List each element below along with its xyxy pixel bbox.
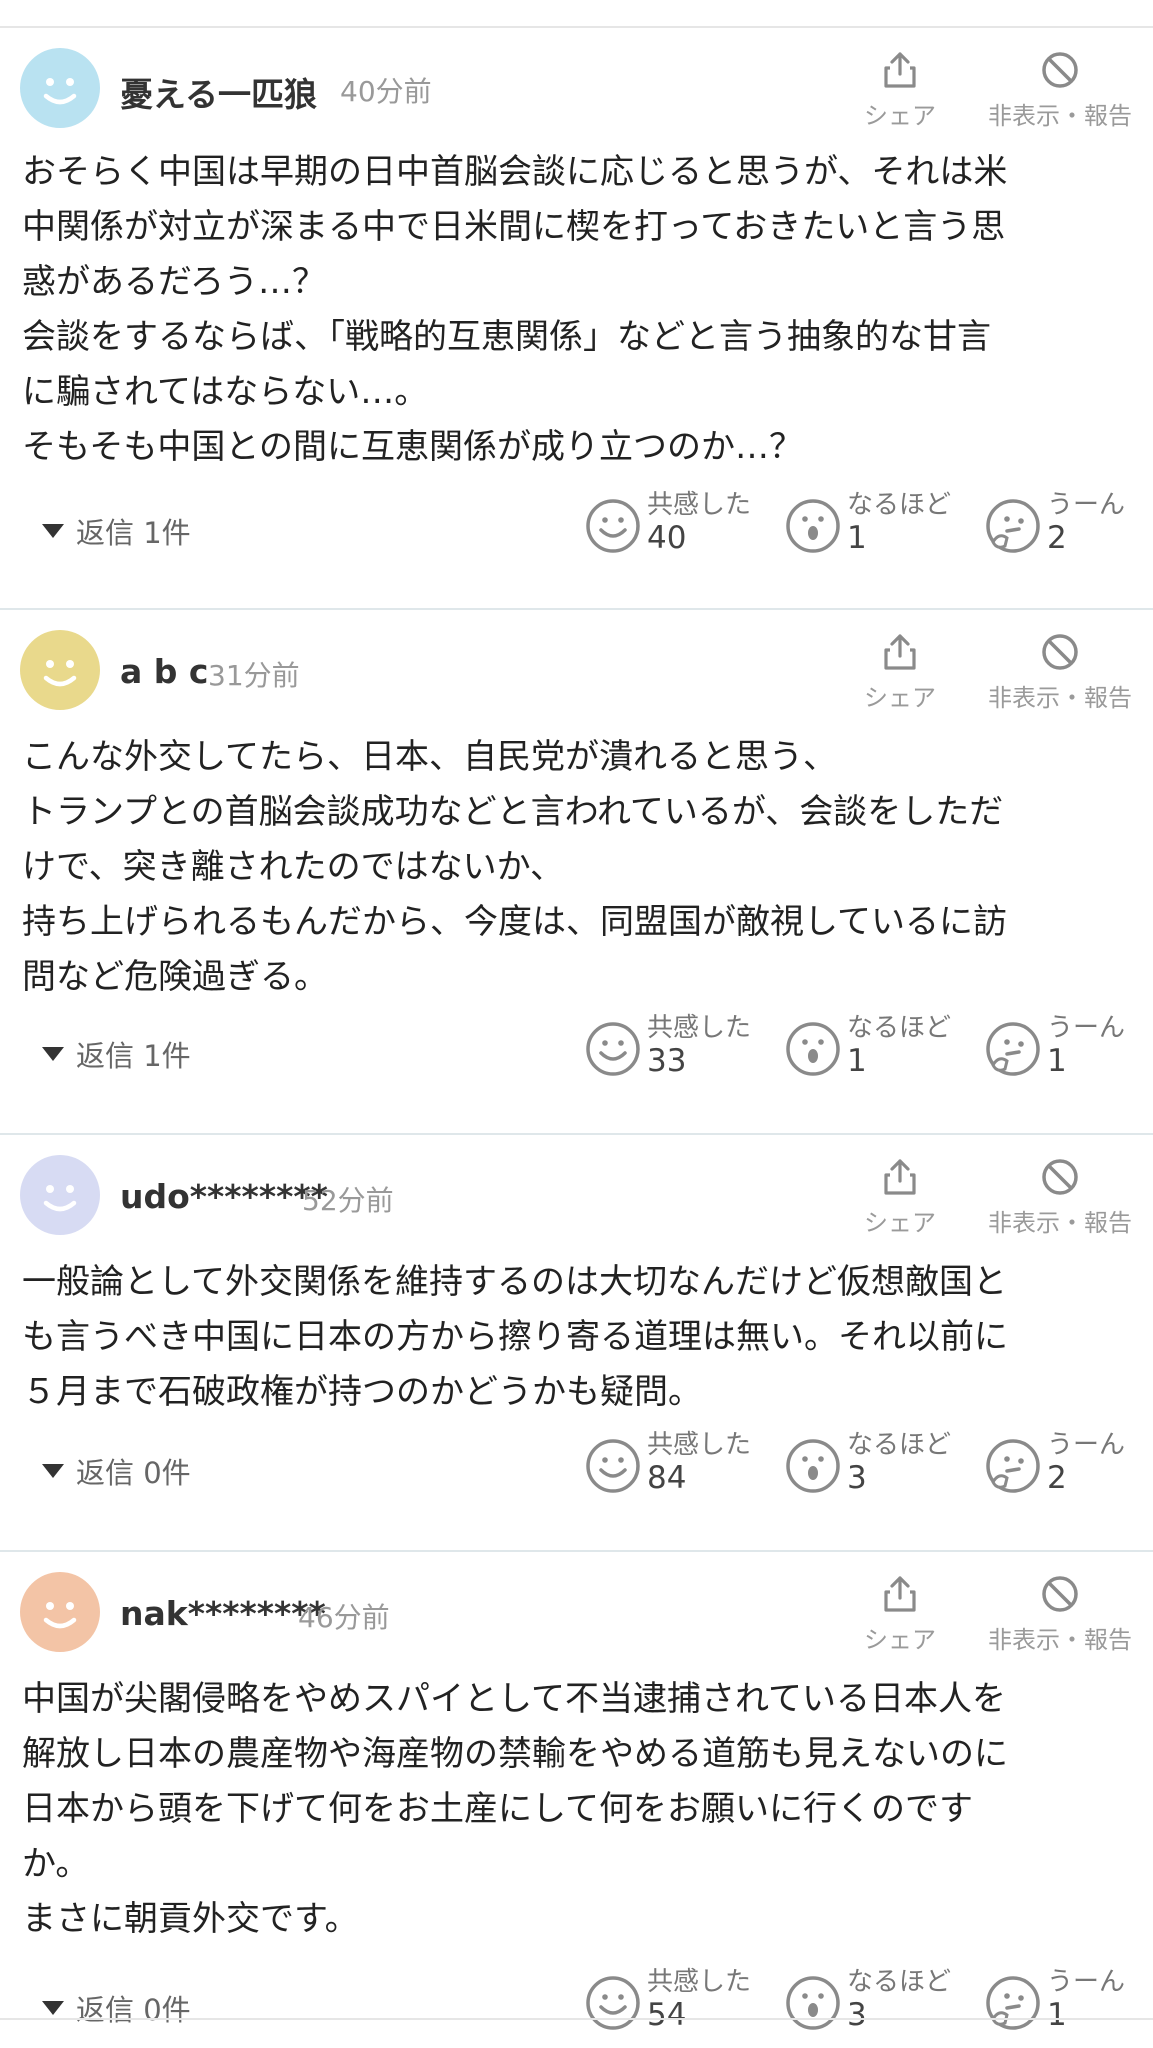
triangle-down-icon bbox=[42, 2001, 64, 2015]
reply-toggle[interactable]: 返信 0件 bbox=[42, 1450, 191, 1492]
reaction-count: 1 bbox=[1047, 1997, 1067, 2033]
avatar[interactable] bbox=[20, 630, 100, 710]
share-icon bbox=[845, 632, 955, 672]
reply-toggle[interactable]: 返信 1件 bbox=[42, 510, 191, 552]
reaction-count: 33 bbox=[647, 1043, 687, 1079]
reaction-count: 40 bbox=[647, 520, 687, 556]
triangle-down-icon bbox=[42, 524, 64, 538]
reaction-label: 共感した bbox=[647, 1013, 752, 1043]
user-name[interactable]: udo******** bbox=[120, 1177, 328, 1216]
comment-divider bbox=[0, 608, 1153, 610]
reply-label: 返信 1件 bbox=[76, 1039, 191, 1073]
hide-report-button[interactable]: 非表示・報告 bbox=[975, 1574, 1145, 1655]
triangle-down-icon bbox=[42, 1047, 64, 1061]
reaction-count: 2 bbox=[1047, 520, 1067, 556]
reaction-label: うーん bbox=[1047, 1013, 1126, 1043]
reaction-label: うーん bbox=[1047, 490, 1126, 520]
reaction-count: 3 bbox=[847, 1460, 867, 1496]
comment-divider bbox=[0, 1133, 1153, 1135]
comment-body: 一般論として外交関係を維持するのは大切なんだけど仮想敵国と も言うべき中国に日本… bbox=[22, 1262, 1008, 1412]
share-button[interactable]: シェア bbox=[845, 1574, 955, 1655]
share-label: シェア bbox=[864, 684, 936, 712]
reaction-count: 54 bbox=[647, 1997, 687, 2033]
share-button[interactable]: シェア bbox=[845, 50, 955, 131]
hide-report-label: 非表示・報告 bbox=[988, 1209, 1132, 1237]
reaction-label: 共感した bbox=[647, 490, 752, 520]
reaction-label: うーん bbox=[1047, 1430, 1126, 1460]
block-icon bbox=[975, 1574, 1145, 1614]
reaction-count: 1 bbox=[1047, 1043, 1067, 1079]
comment-body: こんな外交してたら、日本、自民党が潰れると思う、 トランプとの首脳会談成功などと… bbox=[22, 737, 1007, 997]
reply-toggle[interactable]: 返信 1件 bbox=[42, 1033, 191, 1075]
user-name[interactable]: 憂える一匹狼 bbox=[120, 68, 317, 116]
avatar[interactable] bbox=[20, 48, 100, 128]
post-time: 46分前 bbox=[298, 1601, 390, 1634]
comment-body: 中国が尖閣侵略をやめスパイとして不当逮捕されている日本人を 解放し日本の農産物や… bbox=[22, 1679, 1008, 1939]
reaction-label: なるほど bbox=[847, 1430, 952, 1460]
triangle-down-icon bbox=[42, 1464, 64, 1478]
reaction-label: なるほど bbox=[847, 490, 952, 520]
avatar[interactable] bbox=[20, 1572, 100, 1652]
user-name[interactable]: nak******** bbox=[120, 1594, 326, 1633]
reply-label: 返信 0件 bbox=[76, 1456, 191, 1490]
reaction-count: 1 bbox=[847, 1043, 867, 1079]
hide-report-button[interactable]: 非表示・報告 bbox=[975, 632, 1145, 713]
hide-report-button[interactable]: 非表示・報告 bbox=[975, 50, 1145, 131]
user-name[interactable]: a b c bbox=[120, 652, 208, 691]
block-icon bbox=[975, 1157, 1145, 1197]
share-button[interactable]: シェア bbox=[845, 632, 955, 713]
hide-report-label: 非表示・報告 bbox=[988, 102, 1132, 130]
reaction-label: なるほど bbox=[847, 1967, 952, 1997]
reaction-count: 1 bbox=[847, 520, 867, 556]
reaction-label: うーん bbox=[1047, 1967, 1126, 1997]
share-label: シェア bbox=[864, 1626, 936, 1654]
hide-report-label: 非表示・報告 bbox=[988, 684, 1132, 712]
reaction-count: 84 bbox=[647, 1460, 687, 1496]
reply-toggle[interactable]: 返信 0件 bbox=[42, 1987, 191, 2029]
post-time: 52分前 bbox=[302, 1184, 394, 1217]
comment-body: おそらく中国は早期の日中首脳会談に応じると思うが、それは米 中関係が対立が深まる… bbox=[22, 152, 1008, 467]
reply-label: 返信 1件 bbox=[76, 516, 191, 550]
share-button[interactable]: シェア bbox=[845, 1157, 955, 1238]
top-divider bbox=[0, 26, 1153, 28]
hide-report-button[interactable]: 非表示・報告 bbox=[975, 1157, 1145, 1238]
share-icon bbox=[845, 1157, 955, 1197]
bottom-divider bbox=[0, 2018, 1153, 2020]
share-icon bbox=[845, 50, 955, 90]
share-icon bbox=[845, 1574, 955, 1614]
reaction-count: 2 bbox=[1047, 1460, 1067, 1496]
block-icon bbox=[975, 50, 1145, 90]
reaction-label: 共感した bbox=[647, 1430, 752, 1460]
post-time: 31分前 bbox=[208, 659, 300, 692]
share-label: シェア bbox=[864, 1209, 936, 1237]
block-icon bbox=[975, 632, 1145, 672]
hide-report-label: 非表示・報告 bbox=[988, 1626, 1132, 1654]
post-time: 40分前 bbox=[340, 75, 432, 108]
reply-label: 返信 0件 bbox=[76, 1993, 191, 2027]
reaction-count: 3 bbox=[847, 1997, 867, 2033]
reaction-label: 共感した bbox=[647, 1967, 752, 1997]
comment-divider bbox=[0, 1550, 1153, 1552]
avatar[interactable] bbox=[20, 1155, 100, 1235]
reaction-label: なるほど bbox=[847, 1013, 952, 1043]
share-label: シェア bbox=[864, 102, 936, 130]
